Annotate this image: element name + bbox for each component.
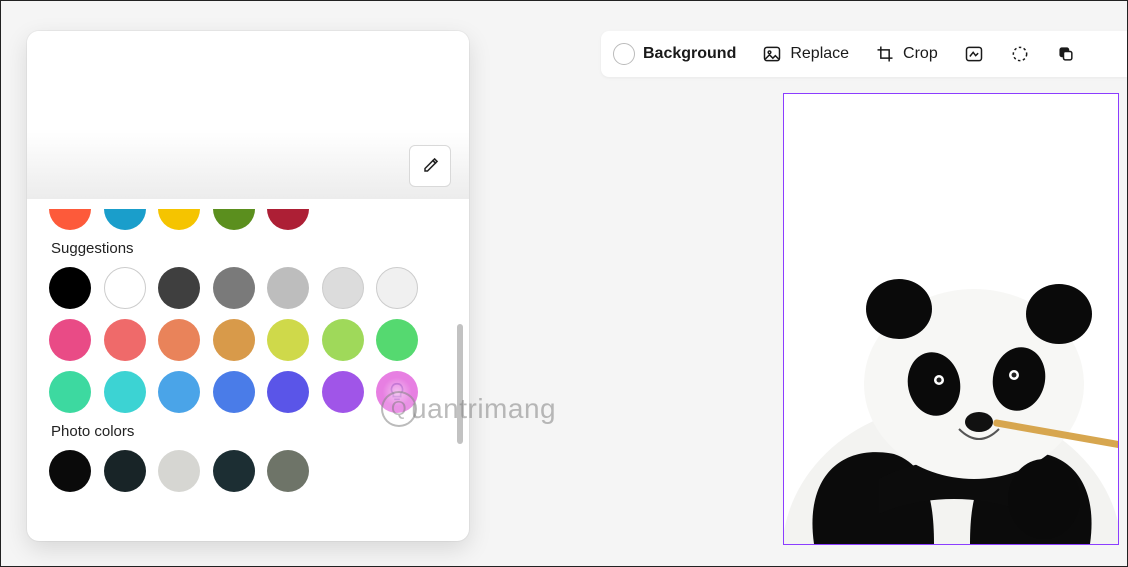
panda-image [784,254,1119,544]
canvas-selected-image[interactable] [783,93,1119,545]
swatch-scroll-region: Suggestions Photo colors [27,199,469,541]
color-swatch[interactable] [213,267,255,309]
color-swatch[interactable] [158,267,200,309]
suggestions-row [49,319,447,361]
color-preview-area [27,31,469,199]
crop-icon [875,44,895,64]
color-swatch[interactable] [49,371,91,413]
color-swatch[interactable] [49,319,91,361]
color-swatch[interactable] [322,319,364,361]
color-swatch[interactable] [322,267,364,309]
color-picker-panel: Suggestions Photo colors [27,31,469,541]
eyedropper-button[interactable] [409,145,451,187]
color-swatch[interactable] [376,319,418,361]
color-swatch-new[interactable] [376,371,418,413]
suggestions-heading: Suggestions [51,240,447,257]
color-swatch[interactable] [267,209,309,230]
photo-colors-row [49,450,447,492]
color-swatch[interactable] [49,267,91,309]
color-swatch[interactable] [104,371,146,413]
color-swatch[interactable] [267,450,309,492]
eyedropper-icon [420,156,440,176]
background-none-icon [613,43,635,65]
color-swatch[interactable] [213,371,255,413]
color-swatch[interactable] [376,267,418,309]
color-swatch[interactable] [104,450,146,492]
color-swatch[interactable] [158,450,200,492]
image-icon [762,44,782,64]
toolbar-adjust-button[interactable] [962,38,986,70]
tab-label: Replace [790,45,849,63]
suggestions-row [49,267,447,309]
suggestions-row [49,371,447,413]
tab-background[interactable]: Background [611,37,738,71]
toolbar-more-button[interactable] [1054,38,1078,70]
color-swatch[interactable] [104,209,146,230]
color-swatch[interactable] [267,267,309,309]
dashed-circle-icon [1010,44,1030,64]
color-swatch[interactable] [49,209,91,230]
color-swatch[interactable] [267,371,309,413]
color-swatch[interactable] [267,319,309,361]
tab-label: Background [643,45,736,63]
scrollbar-thumb[interactable] [457,324,463,444]
color-swatch[interactable] [104,319,146,361]
tab-crop[interactable]: Crop [873,38,940,70]
color-swatch[interactable] [104,267,146,309]
color-swatch[interactable] [322,371,364,413]
swatch-row-partial [49,209,447,230]
layers-icon [1056,44,1076,64]
lightbulb-icon [386,381,408,403]
color-swatch[interactable] [213,319,255,361]
toolbar-select-button[interactable] [1008,38,1032,70]
color-swatch[interactable] [158,371,200,413]
color-swatch[interactable] [158,209,200,230]
color-swatch[interactable] [213,209,255,230]
photo-colors-heading: Photo colors [51,423,447,440]
image-toolbar: Background Replace Crop [601,31,1127,77]
tab-label: Crop [903,45,938,63]
color-swatch[interactable] [158,319,200,361]
color-swatch[interactable] [213,450,255,492]
color-swatch[interactable] [49,450,91,492]
tab-replace[interactable]: Replace [760,38,851,70]
adjust-icon [964,44,984,64]
